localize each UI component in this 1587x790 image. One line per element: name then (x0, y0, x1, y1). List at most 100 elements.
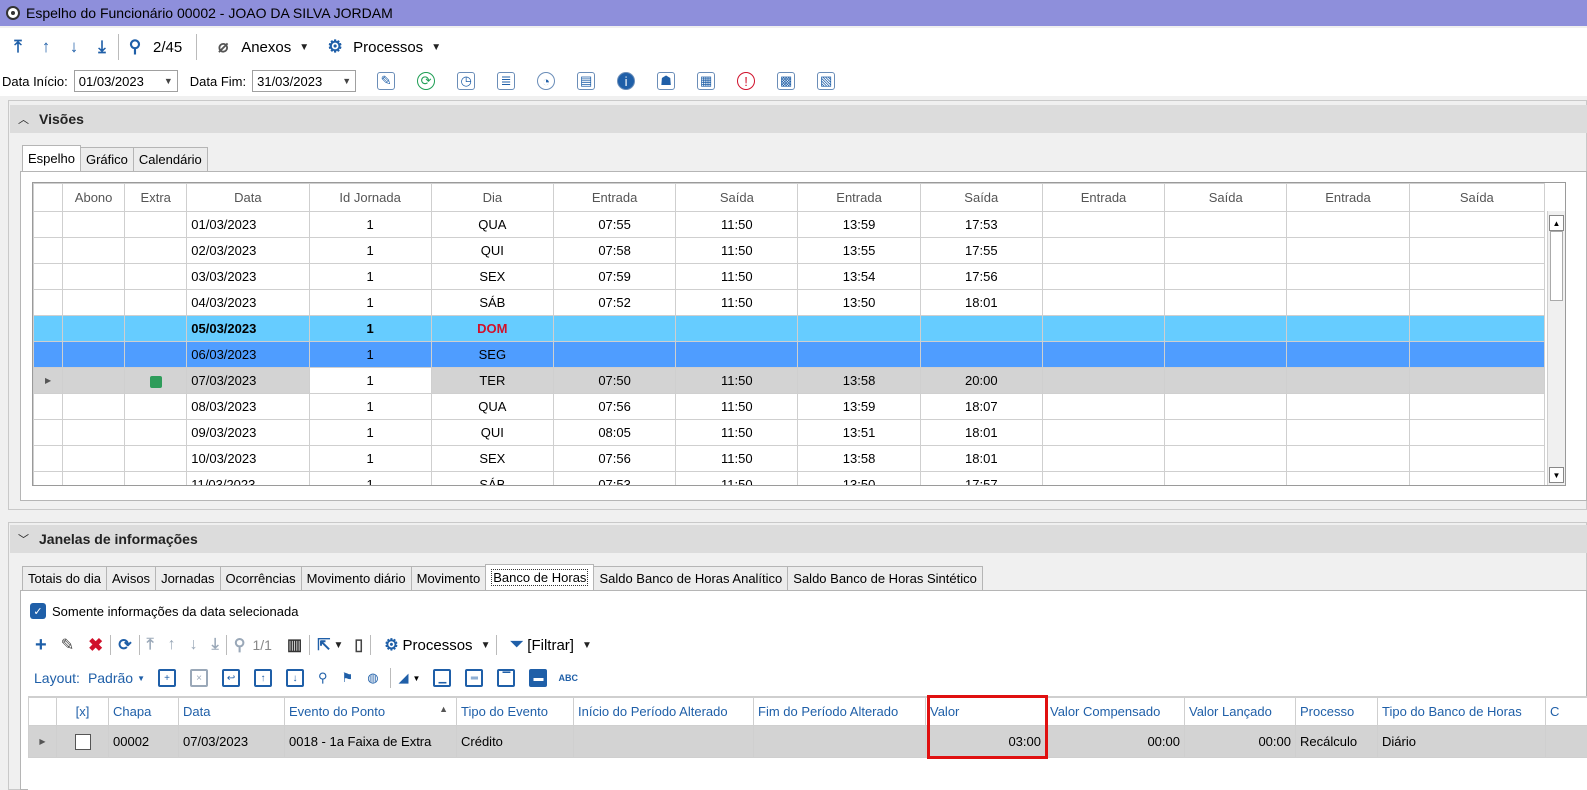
column-header[interactable]: Saída (1408, 183, 1546, 212)
header-layout-icon[interactable]: ▔ (497, 669, 516, 687)
restore-layout-icon[interactable]: ↩ (222, 669, 241, 687)
tab-saldo-sintetico[interactable]: Saldo Banco de Horas Sintético (787, 566, 983, 590)
column-header[interactable]: Abono (62, 183, 126, 212)
filtrar-button[interactable]: ⏷ [Filtrar] ▼ (503, 636, 591, 654)
pushpin-icon[interactable]: ⚑ (342, 670, 354, 686)
chart-icon[interactable]: ◢ (399, 670, 409, 686)
processos-button[interactable]: ⚙ Processos ▼ (321, 35, 442, 59)
column-header[interactable]: Valor Compensado (1045, 697, 1185, 726)
column-header[interactable]: [x] (56, 697, 109, 726)
tab-grafico[interactable]: Gráfico (79, 147, 134, 171)
start-date-input[interactable]: 01/03/2023 ▼ (73, 70, 178, 92)
column-header[interactable]: Id Jornada (308, 183, 432, 212)
checkbox-checked-icon[interactable]: ✓ (30, 603, 46, 619)
add-layout-icon[interactable]: + (158, 669, 177, 687)
table-row[interactable]: 11/03/2023 1 SÁB 07:53 11:50 13:50 17:57 (33, 471, 1546, 485)
last-record-icon[interactable]: ⤓ (90, 35, 114, 59)
table-row[interactable]: 05/03/2023 1 DOM (33, 315, 1546, 342)
tab-saldo-analitico[interactable]: Saldo Banco de Horas Analítico (593, 566, 789, 590)
table-row[interactable]: 08/03/2023 1 QUA 07:56 11:50 13:59 18:07 (33, 393, 1546, 420)
next-record-icon[interactable]: ↓ (62, 35, 86, 59)
paint-icon[interactable]: ◍ (367, 670, 378, 686)
search-icon[interactable]: ⚲ (234, 635, 246, 655)
split-layout-icon[interactable]: ═ (465, 669, 484, 687)
refresh-icon[interactable]: ⟳ (118, 635, 131, 655)
add-icon[interactable]: + (35, 634, 47, 657)
janelas-header[interactable]: ﹀ Janelas de informações (10, 525, 1587, 553)
clock-document-icon[interactable]: ◷ (457, 72, 476, 90)
column-header[interactable]: Data (178, 697, 285, 726)
column-header[interactable] (28, 697, 57, 726)
column-header[interactable]: Chapa (108, 697, 179, 726)
remove-layout-icon[interactable]: × (190, 669, 209, 687)
table-row[interactable]: 10/03/2023 1 SEX 07:56 11:50 13:58 18:01 (33, 445, 1546, 472)
anexos-button[interactable]: ⌀ Anexos ▼ (209, 35, 309, 59)
extra-hours-icon[interactable] (149, 375, 162, 388)
column-header[interactable]: Valor Lançado (1184, 697, 1296, 726)
column-header[interactable]: Tipo do Evento (456, 697, 574, 726)
tab-avisos[interactable]: Avisos (106, 566, 157, 590)
person-card-icon[interactable]: ☗ (657, 72, 676, 90)
column-header[interactable]: Dia (430, 183, 554, 212)
table-row[interactable]: 09/03/2023 1 QUI 08:05 11:50 13:51 18:01 (33, 419, 1546, 446)
export-icon[interactable]: ⇱ (317, 635, 330, 655)
column-header[interactable]: Início do Período Alterado (573, 697, 754, 726)
next-record-icon[interactable]: ↓ (190, 636, 198, 654)
scroll-up-icon[interactable]: ▲ (1549, 215, 1564, 231)
edit-icon[interactable]: ✎ (61, 635, 74, 655)
table-row[interactable]: 01/03/2023 1 QUA 07:55 11:50 13:59 17:53 (33, 211, 1546, 238)
tab-movimento[interactable]: Movimento (410, 566, 487, 590)
table-row[interactable]: 03/03/2023 1 SEX 07:59 11:50 13:54 17:56 (33, 263, 1546, 290)
column-header-sorted[interactable]: Evento do Ponto ▲ (284, 697, 457, 726)
tab-calendario[interactable]: Calendário (132, 147, 208, 171)
column-header[interactable]: Extra (124, 183, 188, 212)
pin-icon[interactable]: ⚲ (318, 670, 328, 686)
calculator-icon[interactable]: ▩ (777, 72, 796, 90)
clock-icon[interactable]: ◔ (537, 72, 556, 90)
spellcheck-icon[interactable]: ABC (558, 673, 578, 683)
layout-select[interactable]: Padrão ▼ (88, 670, 145, 686)
table-icon[interactable]: ▦ (697, 72, 716, 90)
column-header[interactable]: Saída (919, 183, 1043, 212)
tab-ocorrencias[interactable]: Ocorrências (219, 566, 302, 590)
tab-banco-de-horas[interactable]: Banco de Horas (485, 564, 595, 590)
selected-date-filter[interactable]: ✓ Somente informações da data selecionad… (30, 603, 298, 619)
tab-totais-do-dia[interactable]: Totais do dia (22, 566, 107, 590)
table-row[interactable]: ▶ 07/03/2023 1 TER 07:50 11:50 13:58 20:00 (33, 367, 1546, 394)
download-layout-icon[interactable]: ↓ (286, 669, 305, 687)
table-row[interactable]: 06/03/2023 1 SEG (33, 341, 1546, 368)
column-header[interactable]: Saída (1164, 183, 1288, 212)
column-header[interactable]: Entrada (1041, 183, 1166, 212)
tab-movimento-diario[interactable]: Movimento diário (300, 566, 412, 590)
table-row[interactable]: 02/03/2023 1 QUI 07:58 11:50 13:55 17:55 (33, 237, 1546, 264)
last-record-icon[interactable]: ⤓ (212, 636, 219, 654)
end-date-input[interactable]: 31/03/2023 ▼ (252, 70, 357, 92)
table-row[interactable]: 04/03/2023 1 SÁB 07:52 11:50 13:50 18:01 (33, 289, 1546, 316)
column-header[interactable]: Processo (1295, 697, 1378, 726)
alert-clock-icon[interactable]: ! (737, 72, 756, 90)
info-icon[interactable]: i (617, 72, 636, 90)
columns-icon[interactable]: ▥ (287, 635, 302, 655)
first-record-icon[interactable]: ⤒ (147, 636, 154, 654)
column-header[interactable]: Data (186, 183, 310, 212)
scroll-down-icon[interactable]: ▼ (1549, 467, 1564, 483)
upload-layout-icon[interactable]: ↑ (254, 669, 273, 687)
previous-record-icon[interactable]: ↑ (168, 636, 176, 654)
column-header[interactable]: C (1545, 697, 1587, 726)
column-header[interactable] (33, 183, 64, 212)
document-settings-icon[interactable]: ▤ (577, 72, 596, 90)
scroll-thumb[interactable] (1550, 231, 1563, 301)
row-checkbox-cell[interactable] (56, 725, 109, 758)
refresh-icon[interactable]: ⟳ (417, 72, 436, 90)
row-checkbox[interactable] (74, 733, 91, 750)
table-row[interactable]: ▶ 00002 07/03/2023 0018 - 1a Faixa de Ex… (28, 725, 1587, 758)
group-layout-icon[interactable]: ▬ (529, 669, 548, 687)
document-icon[interactable]: ▯ (354, 635, 363, 655)
search-icon[interactable]: ⚲ (123, 35, 147, 59)
chevron-down-icon[interactable]: ▼ (413, 674, 421, 683)
column-header[interactable]: Entrada (552, 183, 677, 212)
column-header[interactable]: Saída (675, 183, 799, 212)
first-record-icon[interactable]: ⤒ (6, 35, 30, 59)
delete-icon[interactable]: ✖ (88, 635, 103, 656)
chevron-down-icon[interactable]: ▼ (333, 640, 343, 651)
